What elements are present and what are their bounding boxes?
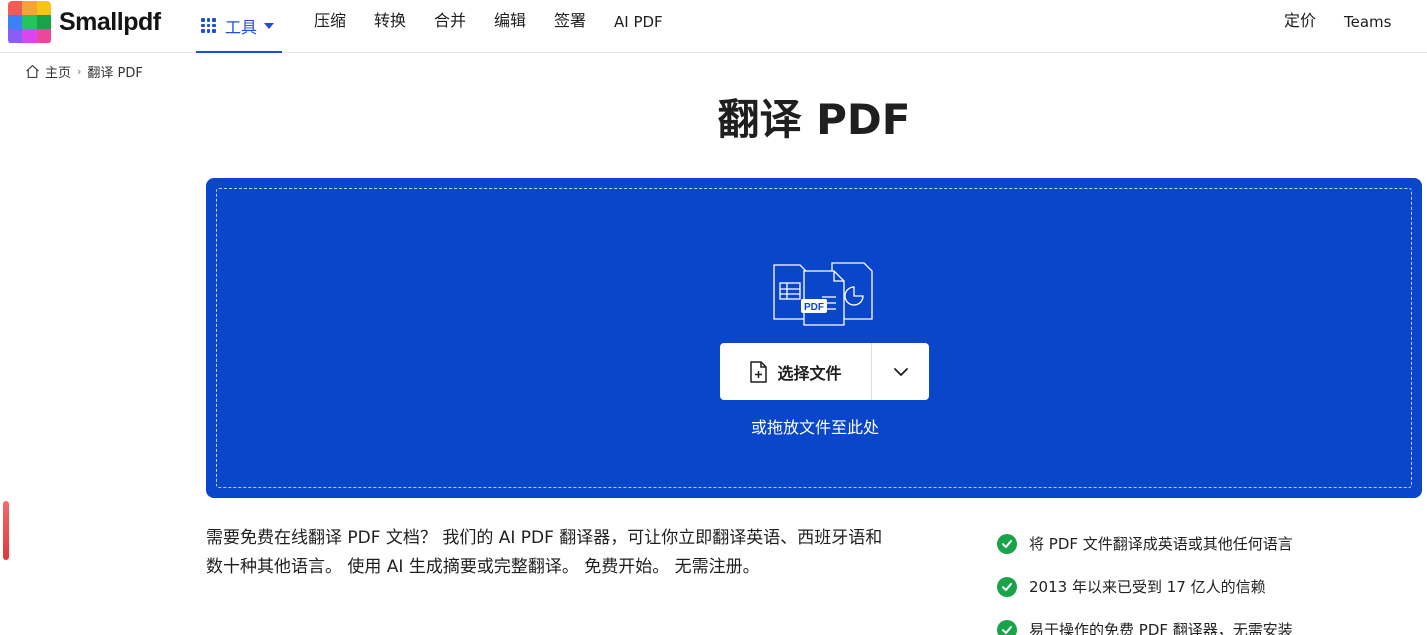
nav-compress[interactable]: 压缩 (314, 10, 346, 32)
chevron-down-icon (893, 367, 908, 376)
check-circle-icon (997, 619, 1017, 635)
side-accent-bar (3, 501, 9, 560)
pdf-badge-text: PDF (804, 302, 824, 313)
brand-name: Smallpdf (59, 7, 161, 36)
choose-file-label: 选择文件 (777, 363, 842, 383)
breadcrumb: 主页 › 翻译 PDF (24, 62, 143, 81)
nav-merge[interactable]: 合并 (434, 10, 466, 32)
check-circle-icon (997, 533, 1017, 554)
breadcrumb-separator-icon: › (77, 65, 82, 78)
top-navbar: Smallpdf 工具 压缩 转换 合并 编辑 签署 AI PDF 定价 Tea… (0, 0, 1427, 53)
dropzone-dashed-border: PDF 选择文件 或拖放文件至此处 (216, 188, 1412, 488)
breadcrumb-current: 翻译 PDF (87, 66, 143, 81)
feature-item: 易于操作的免费 PDF 翻译器，无需安装 (997, 608, 1293, 635)
page-title: 翻译 PDF (717, 95, 911, 144)
nav-tools-menu[interactable]: 工具 (196, 0, 282, 53)
feature-text: 将 PDF 文件翻译成英语或其他任何语言 (1029, 535, 1293, 553)
feature-list: 将 PDF 文件翻译成英语或其他任何语言 2013 年以来已受到 17 亿人的信… (997, 522, 1293, 635)
feature-text: 易于操作的免费 PDF 翻译器，无需安装 (1029, 621, 1293, 635)
nav-ai-pdf[interactable]: AI PDF (614, 11, 663, 33)
nav-edit[interactable]: 编辑 (494, 10, 526, 32)
nav-sign[interactable]: 签署 (554, 10, 586, 32)
choose-file-button-group: 选择文件 (720, 343, 929, 400)
feature-item: 2013 年以来已受到 17 亿人的信赖 (997, 565, 1293, 608)
add-file-icon (750, 360, 768, 383)
nav-tools-label: 工具 (225, 17, 258, 37)
nav-convert[interactable]: 转换 (374, 10, 406, 32)
feature-text: 2013 年以来已受到 17 亿人的信赖 (1029, 578, 1266, 596)
documents-illustration-icon: PDF (773, 262, 873, 326)
feature-item: 将 PDF 文件翻译成英语或其他任何语言 (997, 522, 1293, 565)
breadcrumb-home[interactable]: 主页 (45, 62, 71, 81)
apps-grid-icon (201, 18, 216, 33)
tool-description: 需要免费在线翻译 PDF 文档？ 我们的 AI PDF 翻译器，可让你立即翻译英… (206, 528, 883, 577)
logo-mark-icon (8, 0, 51, 44)
caret-down-icon (264, 22, 275, 29)
file-dropzone[interactable]: PDF 选择文件 或拖放文件至此处 (206, 178, 1422, 498)
nav-pricing[interactable]: 定价 (1284, 10, 1316, 32)
upload-source-dropdown-button[interactable] (872, 343, 929, 400)
check-circle-icon (997, 576, 1017, 597)
home-icon[interactable] (24, 63, 41, 80)
drop-hint-text: 或拖放文件至此处 (750, 418, 879, 437)
brand-logo[interactable]: Smallpdf (8, 0, 161, 44)
choose-file-button[interactable]: 选择文件 (720, 343, 872, 400)
nav-teams[interactable]: Teams (1344, 11, 1391, 33)
